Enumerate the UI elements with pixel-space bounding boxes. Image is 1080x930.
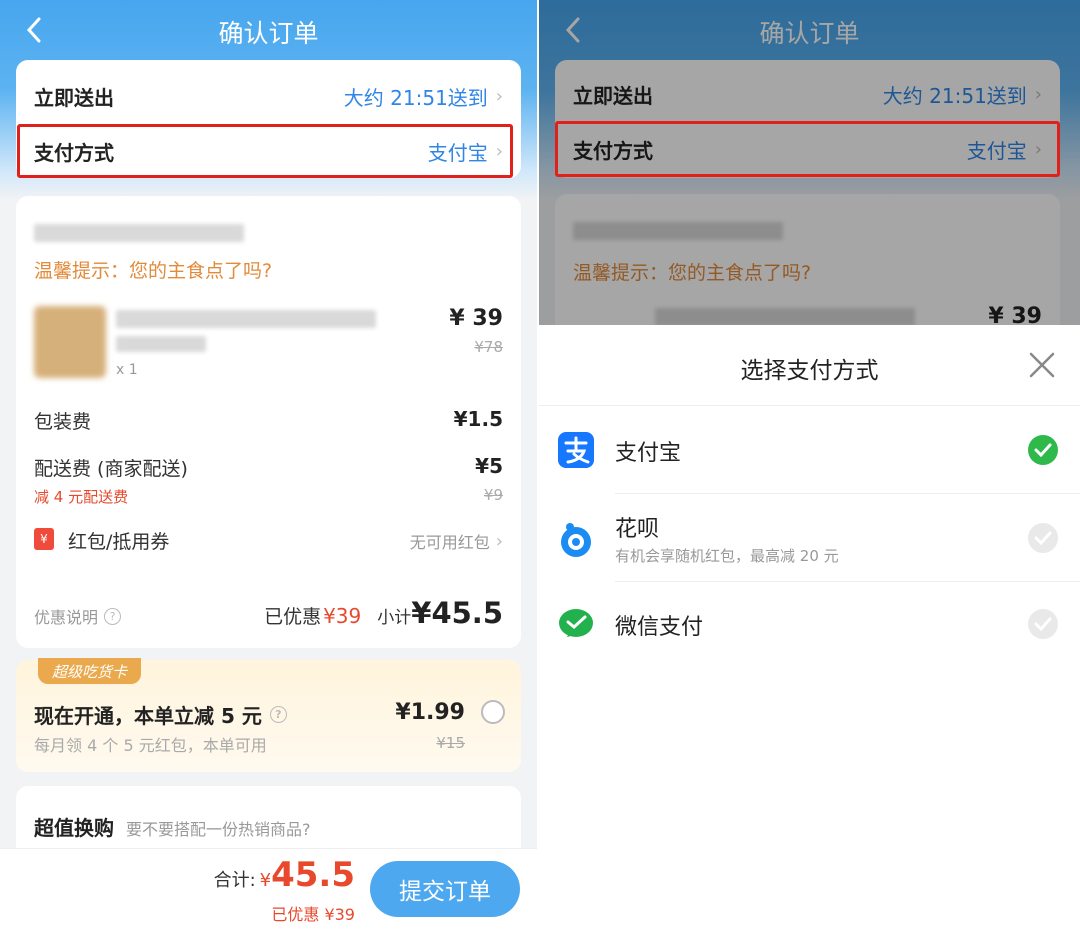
divider — [539, 405, 1080, 406]
payment-select-screen: 确认订单 立即送出 大约 21:51送到 › 支付方式 支付宝 › 温馨提示：您的主… — [539, 0, 1080, 930]
delivery-fee-value: ¥5 — [475, 454, 503, 478]
delivery-fee-original: ¥9 — [483, 486, 503, 504]
huabei-promo: 有机会享随机红包，最高减 20 元 — [615, 547, 839, 565]
item-original-price: ¥78 — [474, 338, 503, 356]
subtotal-prefix: 小计 — [377, 608, 412, 628]
delivery-discount-note: 减 4 元配送费 — [34, 488, 129, 506]
payment-option-huabei[interactable]: 花呗 有机会享随机红包，最高减 20 元 — [539, 495, 1080, 581]
addon-title: 超值换购 — [34, 816, 114, 840]
coupon-value: 无可用红包 — [409, 533, 490, 552]
coupon-label: 红包/抵用券 — [68, 531, 170, 553]
order-confirm-screen: 确认订单 立即送出 大约 21:51送到 › 支付方式 支付宝 › 温馨提示：您的主… — [0, 0, 537, 930]
total-saved: 已优惠 ¥39 — [271, 905, 355, 924]
payment-sheet: 选择支付方式 支付宝 花呗 有机会享随机红包，最高减 20 元 微信支付 — [539, 325, 1080, 930]
vip-card[interactable]: 超级吃货卡 现在开通，本单立减 5 元 ? 每月领 4 个 5 元红包，本单可用… — [16, 658, 521, 772]
item-quantity: x 1 — [116, 362, 138, 378]
nav-bar: 确认订单 — [0, 0, 537, 60]
saved-amount: ¥39 — [323, 604, 362, 628]
unselected-check-icon — [1028, 523, 1058, 553]
coupon-icon: ¥ — [34, 528, 54, 550]
chevron-right-icon: › — [495, 86, 503, 107]
payment-option-wechat[interactable]: 微信支付 — [539, 583, 1080, 669]
close-button[interactable] — [1028, 351, 1056, 379]
packaging-fee-value: ¥1.5 — [453, 407, 503, 431]
delivery-time: 大约 21:51送到 — [343, 86, 488, 110]
total-label: 合计: — [213, 870, 256, 891]
payment-option-alipay[interactable]: 支付宝 — [539, 407, 1080, 493]
wechat-pay-icon — [559, 609, 593, 637]
bottom-bar: 合计: ¥ 45.5 已优惠 ¥39 提交订单 — [0, 848, 537, 930]
item-spec-blurred — [116, 336, 206, 352]
huabei-icon — [561, 523, 591, 557]
delivery-label: 立即送出 — [34, 86, 114, 110]
highlight-box — [555, 121, 1060, 177]
question-icon: ? — [104, 607, 122, 625]
shop-name-blurred — [34, 224, 244, 242]
alipay-icon — [558, 432, 594, 468]
selected-check-icon — [1028, 435, 1058, 465]
total-value: 45.5 — [271, 855, 355, 895]
vip-price: ¥1.99 — [395, 700, 465, 725]
vip-title: 现在开通，本单立减 5 元 — [34, 704, 262, 728]
delivery-row[interactable]: 立即送出 大约 21:51送到 › — [34, 82, 503, 111]
reminder-tip: 温馨提示：您的主食点了吗? — [34, 260, 273, 282]
vip-original-price: ¥15 — [436, 734, 465, 752]
screens: 确认订单 立即送出 大约 21:51送到 › 支付方式 支付宝 › 温馨提示：您的主… — [0, 0, 1080, 930]
vip-subtitle: 每月领 4 个 5 元红包，本单可用 — [34, 736, 267, 755]
promo-explanation-label: 优惠说明 — [34, 608, 99, 627]
highlight-box — [17, 124, 513, 178]
saved-prefix: 已优惠 — [264, 606, 322, 628]
alipay-label: 支付宝 — [615, 441, 682, 466]
order-card: 温馨提示：您的主食点了吗? x 1 ¥ 39 ¥78 包装费 ¥1.5 配送费 … — [16, 196, 521, 648]
delivery-fee-label: 配送费 (商家配送) — [34, 458, 188, 480]
item-price: ¥ 39 — [449, 306, 503, 331]
submit-order-button[interactable]: 提交订单 — [370, 861, 520, 917]
vip-tag: 超级吃货卡 — [38, 658, 142, 684]
item-name-blurred — [116, 310, 376, 328]
packaging-fee-label: 包装费 — [34, 411, 92, 433]
promo-explanation[interactable]: 优惠说明? — [34, 604, 122, 628]
total-symbol: ¥ — [259, 870, 272, 891]
divider — [615, 581, 1080, 582]
question-icon[interactable]: ? — [269, 706, 287, 723]
summary-row: 优惠说明? 已优惠 ¥39 小计 ¥45.5 — [34, 596, 503, 630]
addon-subtitle: 要不要搭配一份热销商品? — [126, 820, 311, 839]
chevron-right-icon: › — [495, 530, 503, 552]
huabei-label: 花呗 — [615, 517, 660, 542]
unselected-check-icon — [1028, 609, 1058, 639]
wechat-pay-label: 微信支付 — [615, 615, 704, 640]
subtotal-value: ¥45.5 — [411, 596, 503, 630]
item-image — [34, 306, 106, 378]
vip-radio[interactable] — [481, 700, 505, 724]
sheet-title: 选择支付方式 — [740, 358, 879, 384]
divider — [615, 493, 1080, 494]
page-title: 确认订单 — [218, 19, 319, 48]
close-icon — [1029, 352, 1055, 378]
